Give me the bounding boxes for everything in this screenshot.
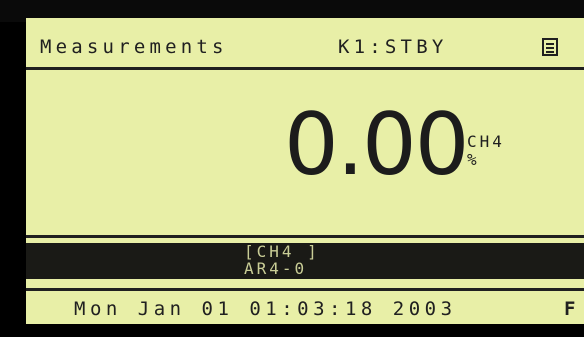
status-flag: F — [564, 298, 576, 320]
channel-status: K1:STBY — [338, 36, 448, 58]
measurement-value: 0.00 — [284, 95, 469, 195]
gas-label: CH4 — [467, 132, 505, 151]
page-title: Measurements — [40, 36, 228, 58]
header-bar: Measurements K1:STBY — [26, 18, 584, 70]
divider — [26, 235, 584, 238]
sensor-gas-tag: [CH4 ] — [244, 242, 320, 261]
sensor-id: AR4-0 — [244, 259, 308, 278]
divider — [26, 288, 584, 291]
date-time: Mon Jan 01 01:03:18 2003 — [74, 298, 457, 320]
lcd-screen: Measurements K1:STBY 0.00 CH4 % [CH4 ] A… — [26, 18, 584, 324]
unit-label: % — [467, 150, 477, 169]
list-menu-icon[interactable] — [542, 38, 558, 56]
sensor-info-band: [CH4 ] AR4-0 — [26, 243, 584, 279]
